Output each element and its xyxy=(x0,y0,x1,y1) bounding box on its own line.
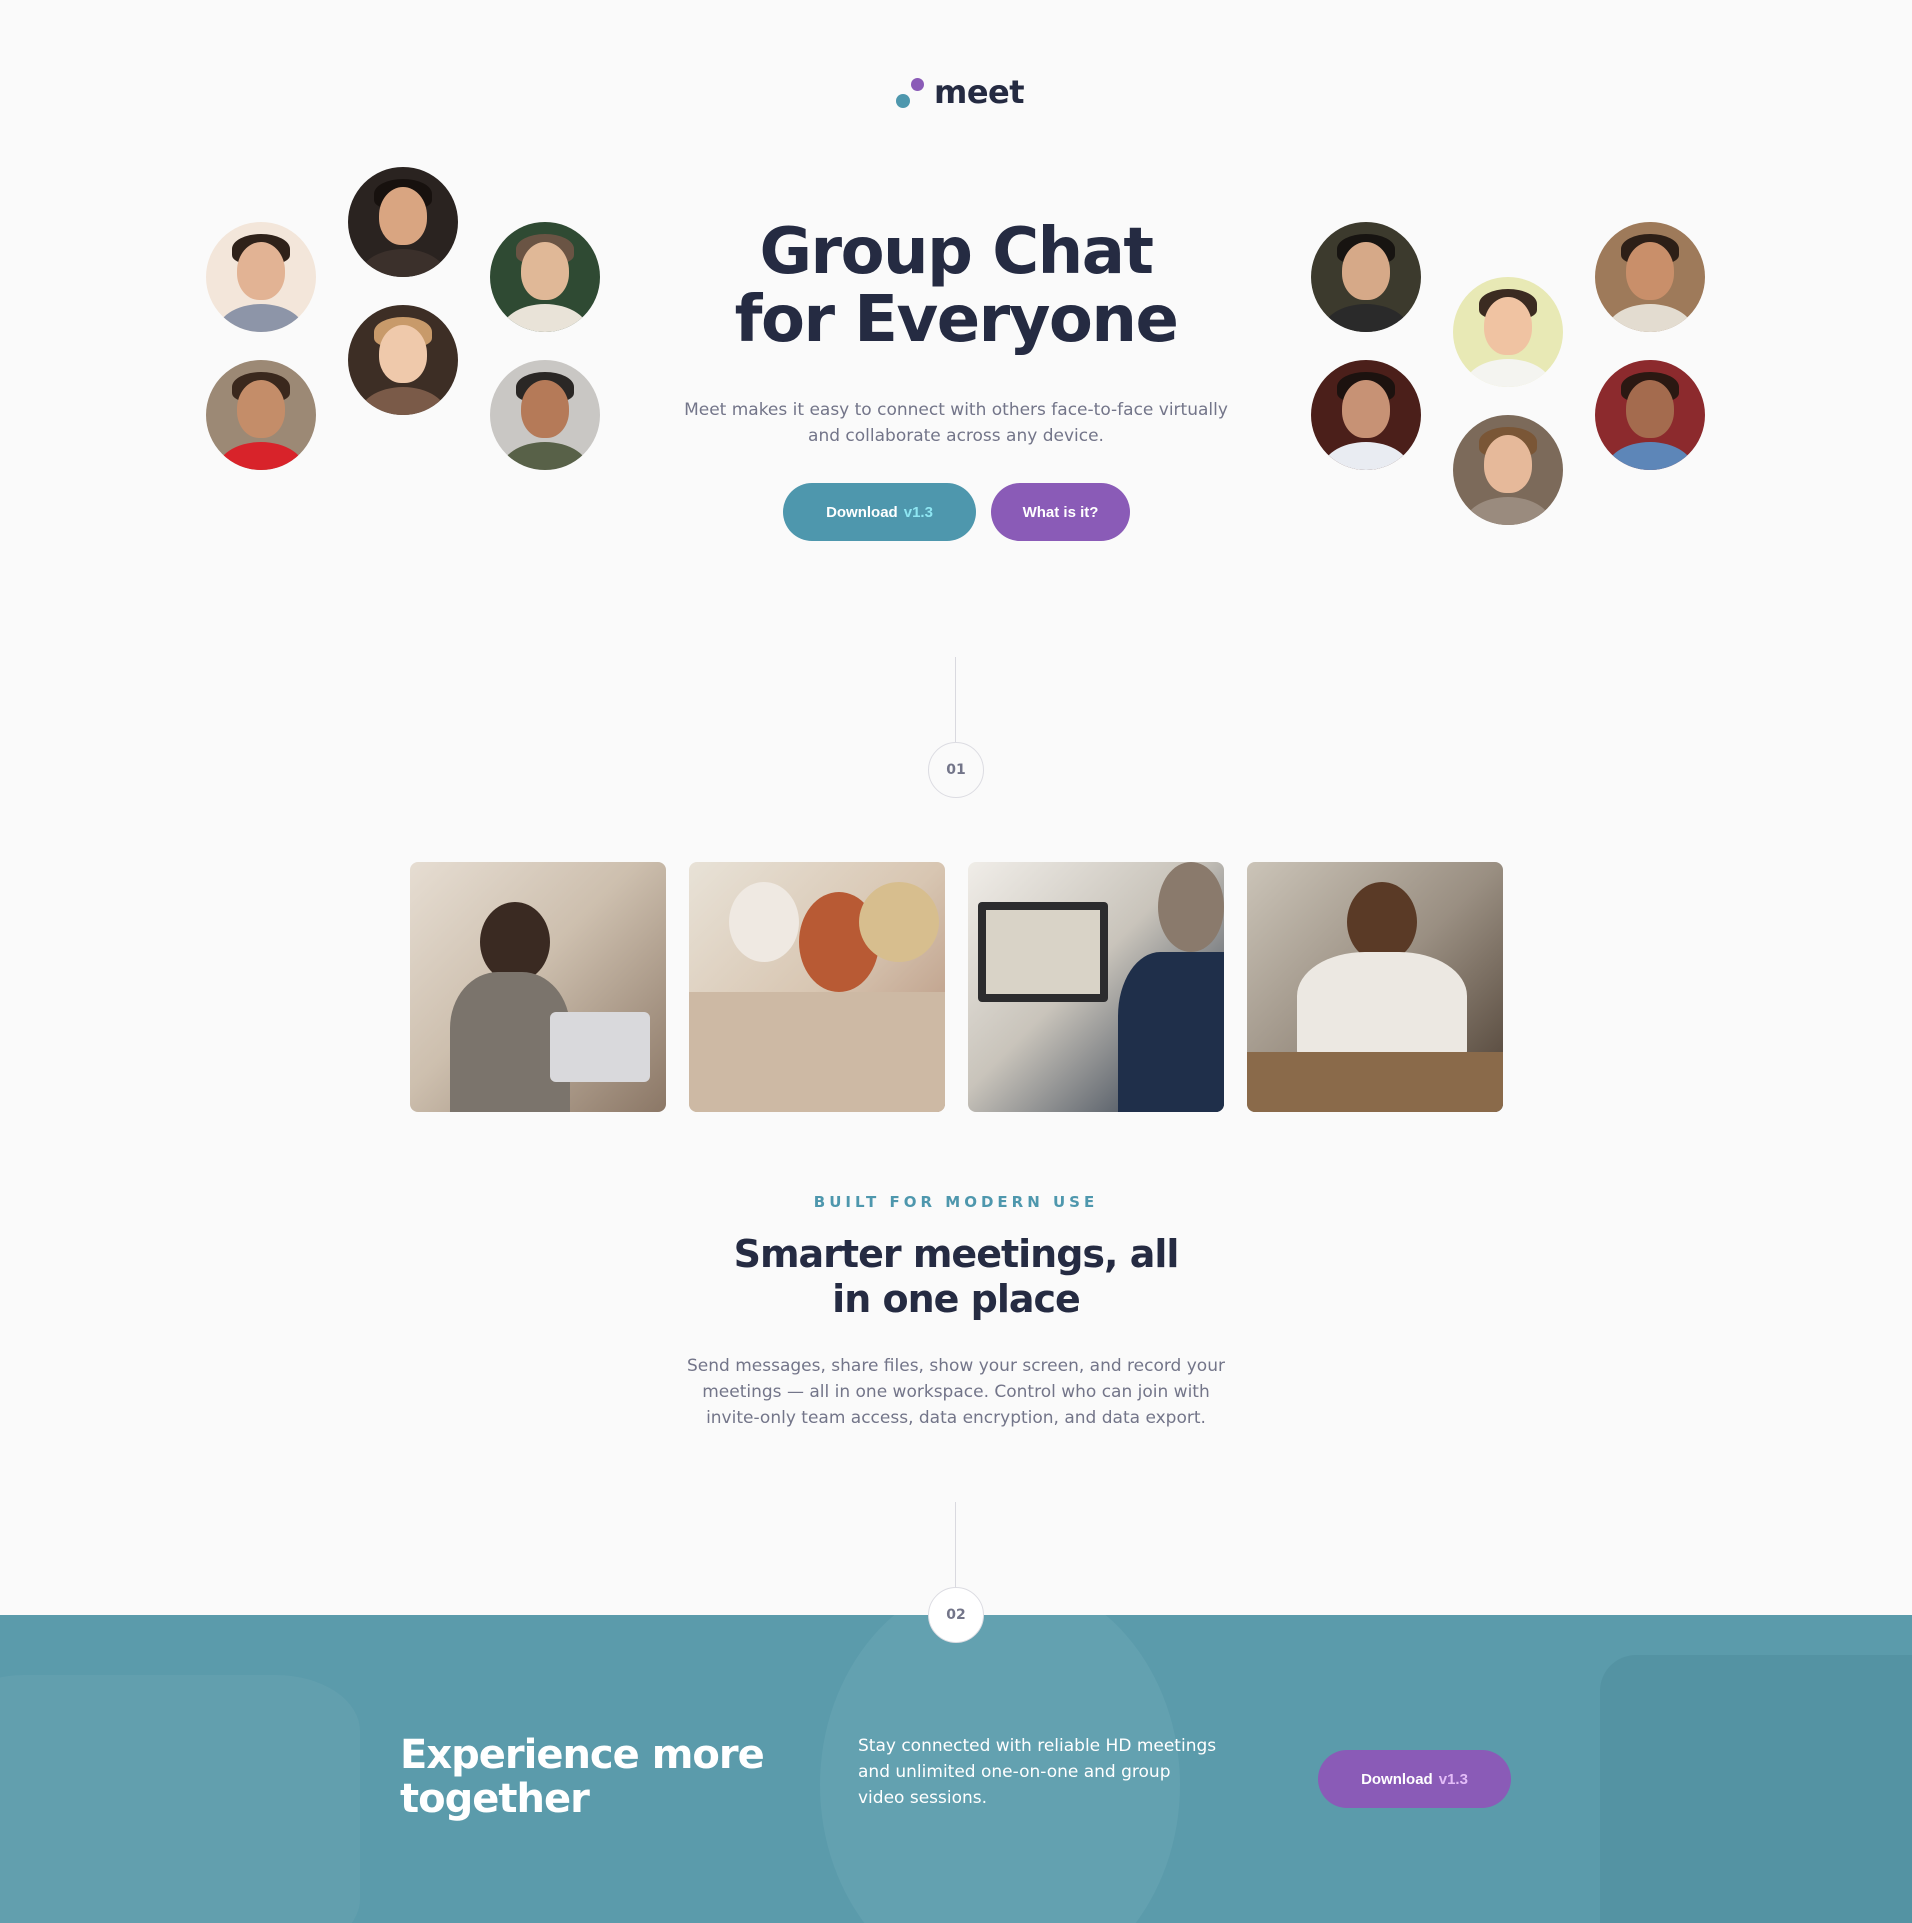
divider-line xyxy=(955,657,956,745)
download-button[interactable]: Download v1.3 xyxy=(783,483,976,541)
avatar-photo xyxy=(348,305,458,415)
hero-title: Group Chat for Everyone xyxy=(656,218,1256,354)
avatar-photo xyxy=(1595,222,1705,332)
photo-women-phone xyxy=(689,862,945,1112)
photo-video-call xyxy=(968,862,1224,1112)
hero-title-line2: for Everyone xyxy=(734,283,1179,357)
cta-title: Experience more together xyxy=(400,1732,765,1822)
avatar-photo xyxy=(1311,222,1421,332)
logo-mark-icon xyxy=(896,76,926,108)
cta-version-badge: v1.3 xyxy=(1438,1770,1468,1788)
section-eyebrow: BUILT FOR MODERN USE xyxy=(813,1193,1099,1211)
step-marker-01: 01 xyxy=(928,742,984,798)
version-badge: v1.3 xyxy=(903,503,933,521)
cta-download-button[interactable]: Download v1.3 xyxy=(1318,1750,1511,1808)
cta-download-label: Download xyxy=(1361,1770,1433,1788)
avatar-photo xyxy=(206,360,316,470)
avatar-photo xyxy=(206,222,316,332)
cta-band: Experience more together Stay connected … xyxy=(0,1615,1912,1923)
cta-body: Stay connected with reliable HD meetings… xyxy=(858,1736,1217,1808)
avatar-photo xyxy=(1595,360,1705,470)
background-photo-shape xyxy=(1600,1655,1912,1923)
hero-title-line1: Group Chat xyxy=(759,215,1154,289)
avatar-photo xyxy=(1453,415,1563,525)
photo-woman-laptop xyxy=(410,862,666,1112)
background-photo-shape xyxy=(0,1675,360,1923)
avatar-photo xyxy=(1453,277,1563,387)
avatar-photo xyxy=(490,222,600,332)
what-is-it-button[interactable]: What is it? xyxy=(991,483,1130,541)
section-title-line2: in one place xyxy=(832,1277,1081,1321)
avatar-photo xyxy=(1311,360,1421,470)
what-is-it-label: What is it? xyxy=(1022,503,1099,521)
section-body: Send messages, share files, show your sc… xyxy=(687,1356,1225,1428)
logo-text: meet xyxy=(934,73,1025,111)
photo-man-phone xyxy=(1247,862,1503,1112)
logo[interactable]: meet xyxy=(896,73,1025,111)
avatar-photo xyxy=(490,360,600,470)
step-marker-02: 02 xyxy=(928,1587,984,1643)
download-button-label: Download xyxy=(826,503,898,521)
avatar-photo xyxy=(348,167,458,277)
hero-subtitle: Meet makes it easy to connect with other… xyxy=(684,400,1228,446)
section-title-line1: Smarter meetings, all xyxy=(733,1232,1180,1276)
landing-page: meet Group Chat for Everyone Meet makes … xyxy=(0,0,1912,1923)
section-title: Smarter meetings, all in one place xyxy=(706,1232,1206,1322)
